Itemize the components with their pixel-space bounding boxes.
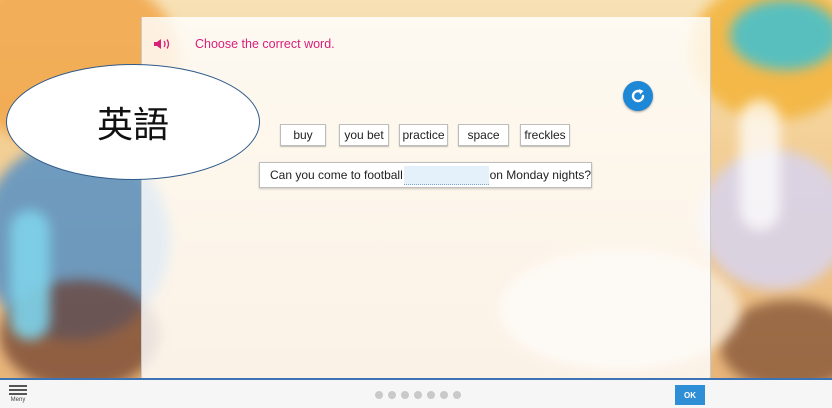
answer-drop-zone[interactable]: [403, 165, 489, 185]
refresh-icon: [631, 89, 645, 103]
word-options: buy you bet practice space freckles: [280, 124, 570, 146]
progress-dots: [375, 391, 466, 399]
progress-dot[interactable]: [427, 391, 435, 399]
speaker-icon[interactable]: [153, 37, 175, 51]
option-buy[interactable]: buy: [280, 124, 326, 146]
menu-label: Meny: [10, 397, 26, 403]
bottom-toolbar: Meny OK: [0, 378, 832, 408]
instruction-row: Choose the correct word.: [153, 37, 335, 51]
option-practice[interactable]: practice: [399, 124, 448, 146]
hamburger-icon: [9, 385, 27, 395]
option-freckles[interactable]: freckles: [520, 124, 570, 146]
option-space[interactable]: space: [458, 124, 509, 146]
menu-button[interactable]: Meny: [9, 385, 27, 404]
progress-dot[interactable]: [401, 391, 409, 399]
sentence-box: Can you come to football on Monday night…: [259, 162, 592, 188]
exercise-panel: Choose the correct word. buy you bet pra…: [141, 17, 711, 378]
progress-dot[interactable]: [440, 391, 448, 399]
progress-dot[interactable]: [375, 391, 383, 399]
sentence-after: on Monday nights?: [489, 168, 591, 182]
progress-dot[interactable]: [388, 391, 396, 399]
progress-dot[interactable]: [414, 391, 422, 399]
reset-button[interactable]: [623, 81, 653, 111]
ok-button[interactable]: OK: [675, 385, 705, 405]
progress-dot[interactable]: [453, 391, 461, 399]
subject-label-oval: 英語: [6, 64, 260, 180]
sentence-before: Can you come to football: [270, 168, 403, 182]
instruction-text: Choose the correct word.: [195, 37, 335, 51]
option-you-bet[interactable]: you bet: [339, 124, 389, 146]
subject-label: 英語: [96, 105, 169, 146]
